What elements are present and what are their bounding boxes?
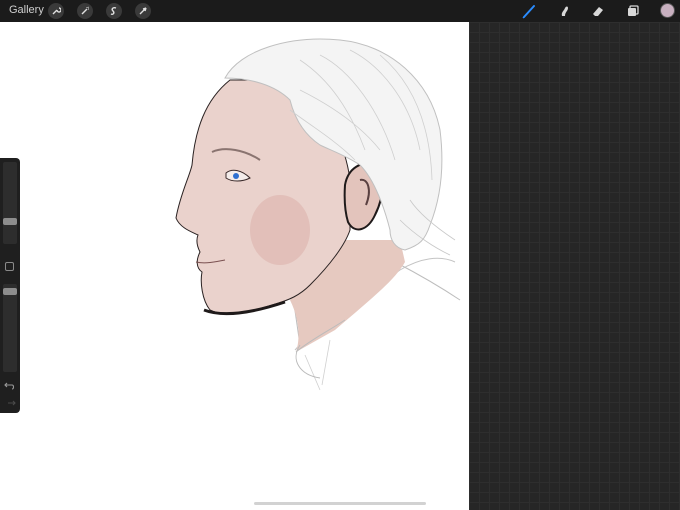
selection-icon[interactable] <box>106 3 122 19</box>
opacity-thumb[interactable] <box>3 288 17 296</box>
redo-icon[interactable] <box>4 398 16 408</box>
modify-button[interactable] <box>5 262 14 271</box>
magic-wand-icon[interactable] <box>77 3 93 19</box>
undo-icon[interactable] <box>4 380 16 390</box>
drawing-canvas[interactable] <box>0 22 469 510</box>
portrait-artwork <box>175 38 461 391</box>
transform-arrow-icon[interactable] <box>135 3 151 19</box>
brush-icon[interactable] <box>520 2 538 20</box>
gallery-button[interactable]: Gallery <box>9 4 44 16</box>
color-picker-swatch[interactable] <box>660 3 675 18</box>
brush-size-thumb[interactable] <box>3 218 17 226</box>
left-sidebar <box>0 158 20 413</box>
workspace-background <box>469 22 680 510</box>
brush-size-slider[interactable] <box>3 162 17 244</box>
home-indicator <box>254 502 426 505</box>
top-toolbar: Gallery <box>0 0 680 22</box>
opacity-slider[interactable] <box>3 284 17 372</box>
layers-icon[interactable] <box>624 2 642 20</box>
eraser-icon[interactable] <box>589 2 607 20</box>
smudge-icon[interactable] <box>555 2 573 20</box>
wrench-icon[interactable] <box>48 3 64 19</box>
